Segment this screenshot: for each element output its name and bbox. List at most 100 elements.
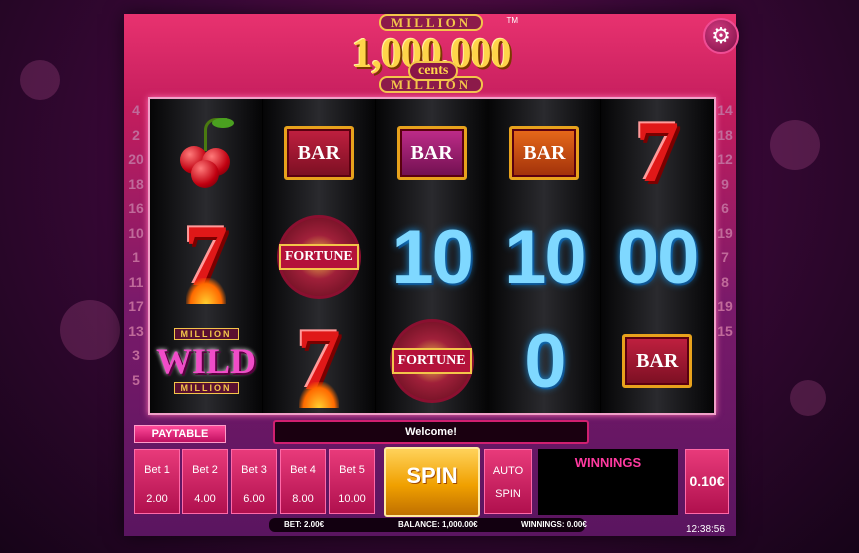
payline-number: 19 — [717, 224, 733, 241]
paytable-button[interactable]: PAYTABLE — [134, 425, 226, 443]
reel-area: 7 MILLION WILD MILLION BAR FORTUNE 7 BAR 10 FORTU… — [148, 97, 716, 415]
auto-spin-line1: AUTO — [492, 465, 524, 477]
flame-icon — [298, 382, 339, 408]
bet-value: 8.00 — [292, 493, 314, 505]
reel-3: BAR 10 FORTUNE — [375, 99, 489, 413]
symbol-bar: BAR — [601, 309, 713, 413]
gear-icon: ⚙ — [711, 23, 731, 48]
symbol-cherry — [150, 101, 262, 205]
payline-number: 6 — [721, 200, 729, 216]
logo-million-top: MILLION — [378, 14, 484, 31]
payline-number: 14 — [717, 102, 733, 118]
bet-label: Bet 2 — [192, 464, 218, 476]
bet-1-button[interactable]: Bet 1 2.00 — [134, 449, 180, 514]
payline-number: 16 — [128, 200, 144, 216]
symbol-seven-fire: 7 — [263, 309, 375, 413]
status-balance: BALANCE: 1,000.00€ — [398, 520, 478, 529]
payline-number: 19 — [717, 298, 733, 314]
payline-number: 18 — [717, 126, 733, 143]
wild-million-top: MILLION — [173, 328, 239, 340]
number-symbol: 10 — [391, 214, 474, 300]
symbol-wild: MILLION WILD MILLION — [150, 309, 262, 413]
reel-2: BAR FORTUNE 7 — [262, 99, 376, 413]
bet-value: 10.00 — [338, 493, 366, 505]
symbol-0: 0 — [488, 309, 600, 413]
bar-symbol: BAR — [283, 126, 354, 180]
payline-number: 7 — [721, 249, 729, 265]
bet-5-button[interactable]: Bet 5 10.00 — [329, 449, 375, 514]
wild-label: WILD — [155, 341, 257, 381]
bet-label: Bet 5 — [339, 464, 365, 476]
auto-spin-button[interactable]: AUTO SPIN — [484, 449, 532, 514]
bet-value: 2.00 — [146, 493, 168, 505]
payline-number: 1 — [132, 249, 140, 265]
seven-fire-symbol: 7 — [184, 208, 228, 305]
background-bokeh — [770, 120, 820, 170]
payline-number: 12 — [717, 151, 733, 167]
payline-numbers-right: 14 18 12 9 6 19 7 8 19 15 — [716, 102, 734, 402]
fortune-symbol: FORTUNE — [389, 319, 474, 403]
payline-numbers-left: 4 2 20 18 16 10 1 11 17 13 3 5 — [127, 102, 145, 402]
payline-number: 9 — [721, 175, 729, 192]
seven-symbol: 7 — [635, 104, 680, 201]
symbol-bar: BAR — [488, 101, 600, 205]
message-bar: Welcome! — [273, 420, 589, 444]
payline-number: 3 — [132, 347, 140, 363]
symbol-seven: 7 — [601, 101, 713, 205]
bar-symbol: BAR — [396, 126, 467, 180]
background-bokeh — [20, 60, 60, 100]
fortune-symbol: FORTUNE — [276, 215, 361, 299]
background-bokeh — [60, 300, 120, 360]
bet-3-button[interactable]: Bet 3 6.00 — [231, 449, 277, 514]
symbol-bar: BAR — [263, 101, 375, 205]
number-symbol: 0 — [524, 318, 566, 404]
logo-cents: cents — [408, 61, 459, 81]
payline-number: 8 — [721, 273, 729, 290]
cherry-icon — [176, 118, 236, 188]
symbol-bar: BAR — [376, 101, 488, 205]
fortune-label: FORTUNE — [391, 348, 472, 374]
wild-symbol: MILLION WILD MILLION — [156, 322, 256, 400]
bet-value: 4.00 — [194, 493, 216, 505]
symbol-10: 10 — [488, 205, 600, 309]
reel-4: BAR 10 0 — [488, 99, 602, 413]
background-bokeh — [790, 380, 826, 416]
bet-2-button[interactable]: Bet 2 4.00 — [182, 449, 228, 514]
bet-label: Bet 3 — [241, 464, 267, 476]
symbol-10: 10 — [376, 205, 488, 309]
symbol-fortune: FORTUNE — [376, 309, 488, 413]
bet-value: 6.00 — [243, 493, 265, 505]
auto-spin-line2: SPIN — [495, 488, 521, 500]
status-bet: BET: 2.00€ — [284, 520, 325, 529]
spin-button[interactable]: SPIN — [384, 447, 480, 517]
symbol-fortune: FORTUNE — [263, 205, 375, 309]
payline-number: 15 — [717, 322, 733, 339]
payline-number: 11 — [128, 273, 144, 290]
bar-symbol: BAR — [622, 334, 693, 388]
flame-icon — [186, 278, 226, 304]
bet-4-button[interactable]: Bet 4 8.00 — [280, 449, 326, 514]
number-symbol: 10 — [504, 214, 587, 300]
bet-label: Bet 1 — [144, 464, 170, 476]
fortune-label: FORTUNE — [278, 244, 359, 270]
payline-number: 10 — [128, 224, 144, 241]
coin-value-button[interactable]: 0.10€ — [685, 449, 729, 514]
seven-fire-symbol: 7 — [296, 312, 341, 409]
status-winnings: WINNINGS: 0.00€ — [521, 520, 587, 529]
winnings-label: WINNINGS — [574, 455, 642, 470]
wild-million-bottom: MILLION — [173, 382, 239, 394]
symbol-seven-fire: 7 — [150, 205, 262, 309]
reel-1: 7 MILLION WILD MILLION — [150, 99, 263, 413]
payline-number: 4 — [132, 102, 140, 118]
payline-number: 18 — [128, 175, 144, 192]
reel-5: 7 00 BAR — [601, 99, 715, 413]
payline-number: 2 — [132, 126, 140, 143]
bar-symbol: BAR — [509, 126, 580, 180]
number-symbol: 00 — [616, 214, 700, 300]
symbol-00: 00 — [601, 205, 713, 309]
payline-number: 13 — [128, 322, 144, 339]
settings-button[interactable]: ⚙ — [703, 18, 739, 54]
payline-number: 5 — [132, 371, 140, 388]
game-logo: MILLION 1,000,000 cents MILLION TM — [338, 14, 524, 102]
clock: 12:38:56 — [686, 524, 725, 535]
